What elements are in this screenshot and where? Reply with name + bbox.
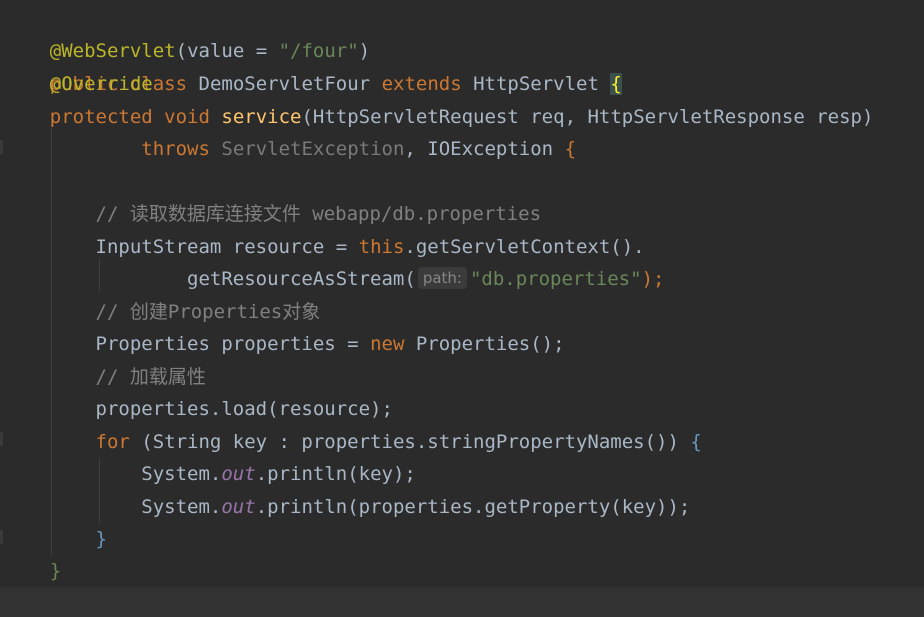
code-line-16: System.out.println(properties.getPropert… [4, 491, 690, 523]
code-token: } [49, 560, 62, 582]
code-line-14: for (String key : properties.stringPrope… [4, 426, 702, 458]
static-field-token: out [221, 463, 256, 485]
keyword-token: new [370, 333, 405, 355]
fold-marker[interactable] [0, 432, 3, 446]
keyword-token: void [164, 106, 210, 128]
code-token: .println(properties.getProperty(key)); [255, 496, 691, 518]
fold-marker[interactable] [0, 530, 3, 544]
code-line-15: System.out.println(key); [4, 458, 416, 490]
code-line-19-current[interactable]: } [0, 587, 924, 617]
code-line-18: } [4, 555, 61, 587]
code-token: (String key : properties.stringPropertyN… [129, 431, 691, 453]
code-token: System. [141, 496, 222, 518]
code-line-3: @Override [4, 68, 153, 100]
keyword-token: for [95, 431, 130, 453]
exception-token: ServletException [221, 138, 405, 160]
keyword-token: throws [141, 138, 210, 160]
code-token: System. [141, 463, 222, 485]
code-token: .println(key); [255, 463, 416, 485]
keyword-token: protected [49, 106, 153, 128]
code-token: { [690, 431, 702, 453]
code-line-2: public class DemoServletFour extends Htt… [4, 36, 622, 95]
code-token: InputStream resource = [95, 236, 359, 258]
comment-token: // 创建Properties对象 [95, 301, 321, 323]
code-token: properties.load(resource); [95, 398, 393, 420]
code-line-9: getResourceAsStream(path: "db.properties"… [4, 263, 664, 295]
code-token: Properties(); [404, 333, 565, 355]
code-token: Properties properties = [95, 333, 371, 355]
code-token: { [564, 138, 577, 160]
params-token: (HttpServletRequest req, HttpServletResp… [301, 106, 874, 128]
class-name-token: DemoServletFour [198, 73, 371, 95]
code-line-12: // 加载属性 [4, 361, 206, 393]
code-line-1: @WebServlet(value = "/four") [4, 3, 370, 62]
matched-brace: { [610, 73, 622, 95]
method-name-token: service [221, 106, 302, 128]
code-line-5: throws ServletException, IOException { [4, 133, 576, 165]
class-name-token: HttpServlet [473, 73, 599, 95]
code-token: } [95, 528, 107, 550]
code-editor[interactable]: @WebServlet(value = "/four") public clas… [0, 0, 924, 617]
parameter-hint: path: [417, 267, 467, 289]
annotation-token: @Override [49, 73, 153, 95]
code-line-17: } [4, 523, 107, 555]
code-token: ); [641, 268, 665, 290]
code-line-4: protected void service(HttpServletReques… [4, 101, 874, 133]
code-line-11: Properties properties = new Properties()… [4, 328, 565, 360]
string-token: "db.properties" [469, 268, 642, 290]
code-token: getResourceAsStream( [187, 268, 416, 290]
code-line-13: properties.load(resource); [4, 393, 393, 425]
static-field-token: out [221, 496, 256, 518]
code-token: , IOException [404, 138, 565, 160]
code-line-7: // 读取数据库连接文件 webapp/db.properties [4, 198, 542, 230]
code-line-8: InputStream resource = this.getServletCo… [4, 231, 645, 263]
keyword-token: extends [381, 73, 462, 95]
comment-token: // 读取数据库连接文件 webapp/db.properties [95, 203, 542, 225]
code-token: .getServletContext(). [404, 236, 645, 258]
fold-marker[interactable] [0, 140, 3, 154]
keyword-token: this [358, 236, 405, 258]
code-line-10: // 创建Properties对象 [4, 296, 321, 328]
comment-token: // 加载属性 [95, 366, 206, 388]
